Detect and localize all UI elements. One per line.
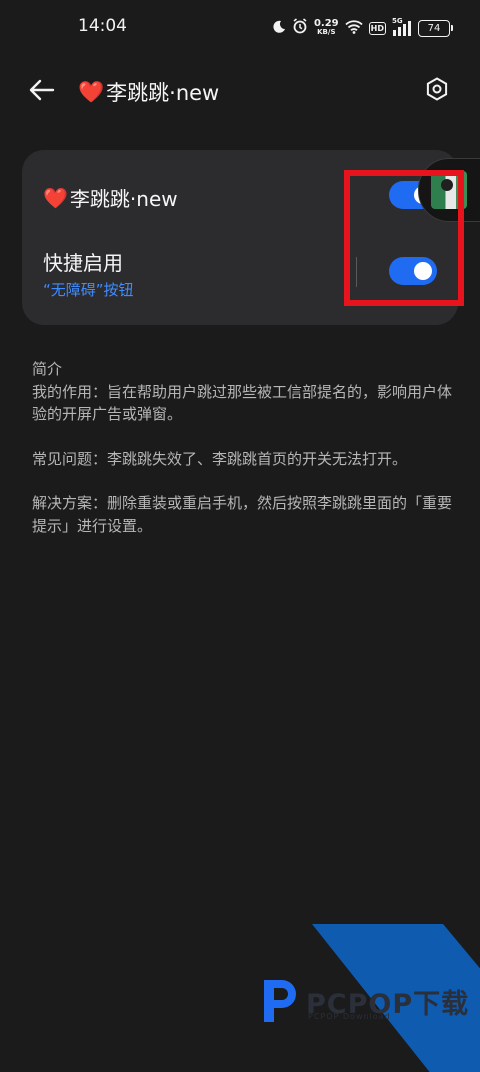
hd-badge: HD [368, 21, 386, 35]
intro-heading: 简介 [32, 360, 63, 378]
net-speed: 0.29 KB/S [314, 19, 339, 37]
watermark: PCPOP下载 PCPOP Download [258, 924, 480, 1072]
wifi-icon [345, 19, 363, 38]
app-toggle-label: ❤️ 李跳跳·new [43, 183, 178, 212]
page-title-text: 李跳跳·new [106, 81, 220, 105]
settings-button[interactable] [424, 76, 450, 102]
battery-icon: 74 [418, 19, 453, 37]
moon-icon [272, 19, 286, 38]
heart-emoji: ❤️ [78, 79, 105, 104]
app-bar: ❤️ 李跳跳·new [0, 64, 480, 116]
intro-paragraph-faq: 常见问题：李跳跳失效了、李跳跳首页的开关无法打开。 [32, 449, 408, 468]
status-icons: 0.29 KB/S HD 5G 74 [272, 17, 453, 39]
intro-paragraph-role: 我的作用：旨在帮助用户跳过那些被工信部提名的，影响用户体验的开屏广告或弹窗。 [32, 382, 453, 424]
settings-icon [426, 77, 448, 101]
signal-label: 5G [392, 17, 403, 25]
intro-section: 简介 我的作用：旨在帮助用户跳过那些被工信部提名的，影响用户体验的开屏广告或弹窗… [32, 358, 452, 537]
highlight-box [344, 170, 464, 306]
accessibility-button-link[interactable]: “无障碍”按钮 [43, 279, 134, 300]
signal-icon: 5G [392, 17, 412, 36]
arrow-left-icon [29, 79, 55, 101]
battery-level: 74 [427, 22, 441, 34]
back-button[interactable] [28, 76, 56, 104]
pcpop-logo-icon [264, 980, 296, 1022]
status-bar: 14:04 0.29 KB/S HD 5G 74 [0, 0, 480, 56]
net-speed-unit: KB/S [317, 28, 336, 36]
heart-emoji: ❤️ [43, 185, 68, 210]
net-speed-value: 0.29 [313, 18, 339, 29]
status-time: 14:04 [78, 16, 127, 36]
intro-paragraph-solution: 解决方案：删除重装或重启手机，然后按照李跳跳里面的「重要提示」进行设置。 [32, 494, 453, 535]
watermark-sub: PCPOP Download [308, 1012, 391, 1021]
app-toggle-text: 李跳跳·new [69, 187, 178, 211]
quick-enable-label: 快捷启用 [43, 251, 123, 275]
page-title: ❤️ 李跳跳·new [78, 77, 219, 107]
alarm-icon [292, 18, 308, 38]
